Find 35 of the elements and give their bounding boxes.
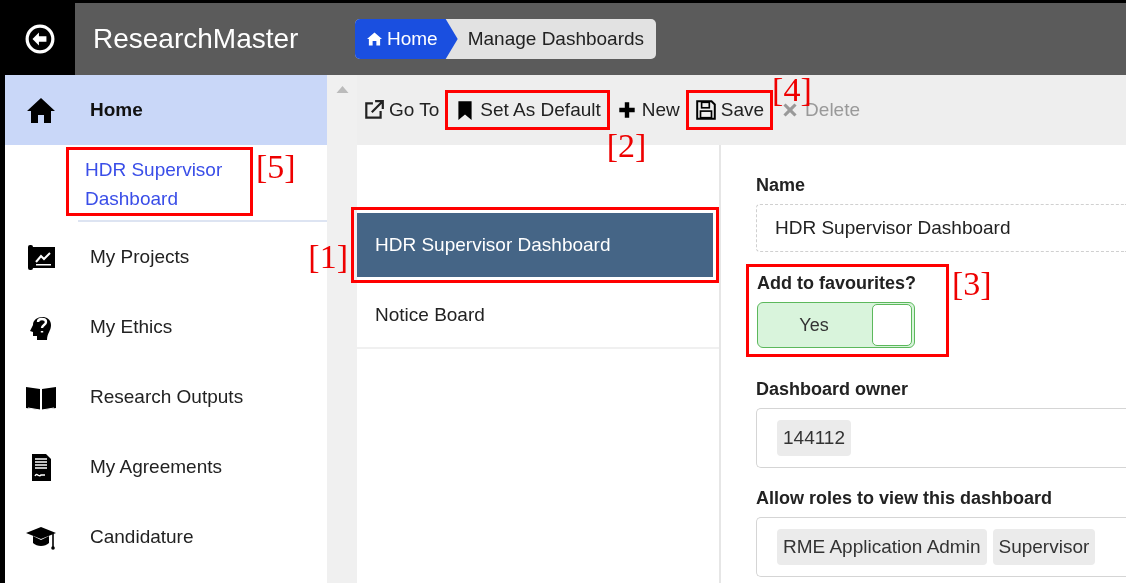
field-label: Dashboard owner (756, 379, 910, 400)
callout-label: [1] (308, 240, 348, 274)
field-label: Add to favourites? (757, 273, 916, 294)
sidebar-subitem[interactable]: HDR Supervisor Dashboard (69, 150, 250, 213)
save-icon (694, 99, 717, 121)
dashboard-list-item[interactable]: Notice Board (357, 283, 719, 347)
callout-label: [2] (606, 129, 647, 163)
sidebar-item[interactable]: Research Outputs (5, 362, 295, 432)
toolbar-button[interactable]: New (613, 99, 682, 121)
callout-label: [5] (256, 150, 296, 184)
toolbar-button[interactable]: Go To (361, 99, 442, 121)
tag-chip: RME Application Admin (777, 529, 987, 565)
dashboard-list-item[interactable]: HDR Supervisor Dashboard (357, 213, 713, 277)
callout-label: [3] (952, 267, 992, 301)
sidebar-item[interactable]: My Projects (5, 222, 295, 292)
back-icon (25, 24, 55, 54)
sidebar-item[interactable]: My Agreements (5, 432, 295, 502)
breadcrumb-home[interactable]: Home (355, 19, 458, 59)
sidebar-item[interactable]: Home (5, 75, 327, 145)
toggle-switch[interactable]: Yes (757, 302, 915, 348)
toolbar-button[interactable]: Save (692, 99, 767, 121)
external-link-icon (363, 99, 385, 121)
roles-field[interactable]: RME Application Admin Supervisor (756, 517, 1126, 577)
breadcrumb-item[interactable]: Manage Dashboards (457, 19, 657, 59)
name-field[interactable]: HDR Supervisor Dashboard (756, 204, 1126, 252)
sidebar-item[interactable]: My Ethics (5, 292, 295, 362)
toolbar-button[interactable]: Set As Default (452, 99, 603, 121)
field-label: Name (756, 175, 807, 196)
tag-chip: Supervisor (992, 529, 1096, 565)
field-label: Allow roles to view this dashboard (756, 488, 1054, 509)
home-icon (367, 32, 382, 46)
app-title: ResearchMaster (93, 23, 300, 55)
tag-chip: 144112 (777, 420, 851, 456)
owner-field[interactable]: 144112 (756, 408, 1126, 468)
sidebar-item[interactable]: Candidature (5, 502, 295, 572)
